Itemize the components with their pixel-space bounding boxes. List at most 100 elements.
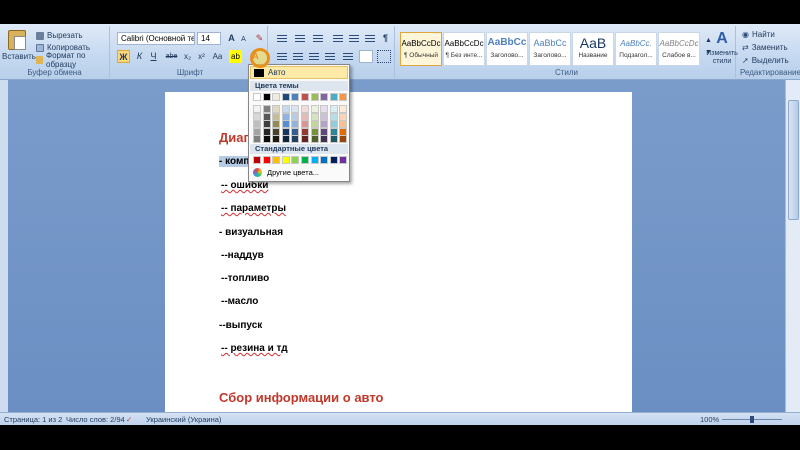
color-swatch[interactable] [281,156,290,164]
color-swatch[interactable] [253,135,261,143]
align-center-button[interactable] [291,50,305,63]
change-styles-button[interactable]: Изменить стили [704,50,740,66]
subscript-button[interactable]: x₂ [181,50,194,63]
color-swatch[interactable] [253,156,261,164]
doc-line-text: -- параметры [221,203,287,214]
style-normal[interactable]: AaBbCcDc ¶ Обычный [400,32,442,66]
color-swatch[interactable] [310,135,319,143]
color-swatch[interactable] [281,93,290,101]
italic-button[interactable]: К [133,50,146,63]
color-swatch[interactable] [320,135,329,143]
doc-line[interactable]: --выпуск [219,320,262,331]
color-swatch[interactable] [272,135,281,143]
color-swatch[interactable] [320,93,329,101]
color-swatch[interactable] [310,93,319,101]
select-label: Выделить [751,56,789,65]
click-highlight-icon [250,48,270,68]
align-left-button[interactable] [275,50,289,63]
color-swatch[interactable] [262,93,271,101]
doc-heading-2[interactable]: Сбор информации о авто [219,390,384,405]
color-swatch[interactable] [310,156,319,164]
doc-heading-1[interactable]: Диаг [219,130,249,145]
style-subtle-emphasis[interactable]: AaBbCcDc Слабое в... [658,32,700,66]
justify-button[interactable] [323,50,337,63]
paste-label: Вставить [2,52,36,61]
vertical-scrollbar[interactable] [785,80,800,412]
cut-button[interactable]: Вырезать [36,30,83,41]
font-size-box[interactable]: 14 [197,32,221,45]
multilevel-list-button[interactable] [311,32,325,45]
color-swatch[interactable] [281,135,290,143]
bullets-button[interactable] [275,32,289,45]
color-swatch[interactable] [339,156,348,164]
superscript-button[interactable]: x² [195,50,208,63]
borders-button[interactable] [377,50,391,63]
color-swatch[interactable] [301,93,309,101]
show-marks-button[interactable]: ¶ [379,32,392,45]
select-button[interactable]: ➚ Выделить [742,56,789,65]
clear-format-icon[interactable]: ✎ [253,32,266,45]
page-count[interactable]: Страница: 1 из 2 [4,415,62,424]
color-swatch[interactable] [262,135,271,143]
bold-button[interactable]: Ж [117,50,130,63]
color-swatch[interactable] [291,135,300,143]
align-right-button[interactable] [307,50,321,63]
color-swatch[interactable] [291,93,300,101]
auto-color-option[interactable]: Авто [250,66,348,79]
style-heading-1[interactable]: AaBbCc Заголово... [486,32,528,66]
color-swatch[interactable] [339,135,348,143]
color-swatch[interactable] [301,156,309,164]
change-case-button[interactable]: Aa [211,50,224,63]
style-subtitle[interactable]: AaBbCc. Подзагол... [615,32,657,66]
color-swatch[interactable] [339,93,348,101]
style-title[interactable]: AaB Название [572,32,614,66]
doc-line[interactable]: -- резина и тд [221,343,288,354]
font-name-box[interactable]: Calibri (Основной текст) [117,32,195,45]
doc-line[interactable]: --масло [221,296,258,307]
editing-group-label: Редактирование [740,68,800,77]
color-swatch[interactable] [291,156,300,164]
scrollbar-thumb[interactable] [788,100,799,220]
more-colors-option[interactable]: Другие цвета... [253,168,319,177]
paste-button[interactable]: Вставить [2,30,36,68]
strikethrough-button[interactable]: abe [165,50,178,63]
zoom-slider-thumb[interactable] [750,416,754,423]
zoom-level[interactable]: 100% [700,415,719,424]
brush-icon [36,55,44,64]
word-count[interactable]: Число слов: 2/94 [66,415,125,424]
replace-button[interactable]: ⇄ Заменить [742,43,788,52]
change-styles-icon[interactable]: A [712,30,732,48]
doc-line[interactable]: - визуальная [219,227,283,238]
increase-indent-button[interactable] [347,32,361,45]
decrease-indent-button[interactable] [331,32,345,45]
underline-button[interactable]: Ч [147,50,160,63]
color-swatch[interactable] [329,135,338,143]
color-swatch[interactable] [329,156,338,164]
style-sample: AaBbCcDc [444,39,484,48]
color-swatch[interactable] [262,156,271,164]
shrink-font-button[interactable]: A [237,33,250,46]
numbering-button[interactable] [293,32,307,45]
color-swatch[interactable] [272,156,281,164]
scissors-icon [36,31,44,40]
find-button[interactable]: ◉ Найти [742,30,775,39]
doc-line[interactable]: -- параметры [221,203,286,214]
spelling-icon[interactable]: ✓ [126,415,132,424]
color-swatch[interactable] [253,93,261,101]
sort-button[interactable] [363,32,377,45]
highlight-icon[interactable]: ab [229,50,242,63]
format-painter-button[interactable]: Формат по образцу [36,51,109,69]
font-color-dropdown: Авто Цвета темы Стандартные цвета Другие… [248,64,350,182]
doc-line[interactable]: --наддув [221,250,264,261]
style-no-spacing[interactable]: AaBbCcDc ¶ Без инте... [443,32,485,66]
doc-line[interactable]: --топливо [221,273,269,284]
color-swatch[interactable] [320,156,329,164]
style-heading-2[interactable]: AaBbCc Заголово... [529,32,571,66]
line-spacing-button[interactable] [341,50,355,63]
color-swatch[interactable] [272,93,281,101]
color-swatch[interactable] [301,135,309,143]
styles-group: AaBbCcDc ¶ Обычный AaBbCcDc ¶ Без инте..… [398,26,736,78]
language-indicator[interactable]: Украинский (Украина) [146,415,221,424]
color-swatch[interactable] [329,93,338,101]
shading-button[interactable] [359,50,373,63]
